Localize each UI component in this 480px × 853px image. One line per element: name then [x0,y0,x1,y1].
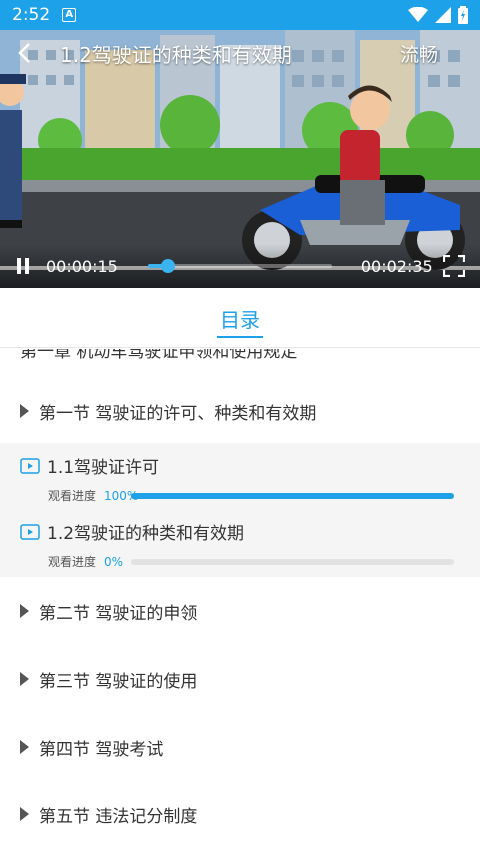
expand-arrow-icon [20,604,29,618]
fullscreen-icon [442,255,465,277]
lesson-progress-row: 观看进度 0% [48,553,454,570]
seek-bar-thumb[interactable] [161,259,176,273]
chevron-left-icon [18,43,30,63]
section-item-4[interactable]: 第四节 驾驶考试 [0,717,480,777]
pause-icon [17,258,29,274]
app-root: 2:52 A 1.2驾驶证的种类和有效期 流畅 00:00:15 00:02:3… [0,0,480,853]
quality-button[interactable]: 流畅 [400,40,438,67]
current-time: 00:00:15 [46,256,118,276]
expand-arrow-icon [20,404,29,418]
section-item-1[interactable]: 第一节 驾驶证的许可、种类和有效期 [0,381,480,441]
section-label: 第一节 驾驶证的许可、种类和有效期 [39,403,317,424]
section-item-2[interactable]: 第二节 驾驶证的申领 [0,581,480,641]
progress-label: 观看进度 [48,489,97,503]
tab-indicator [217,335,263,338]
status-bar: 2:52 A [0,0,480,30]
lesson-group: 1.1驾驶证许可 观看进度 100% 1.2驾驶证的种类和有效期 观看进度 0% [0,443,480,577]
lesson-title-row: 1.1驾驶证许可 [20,453,159,478]
lesson-item-1-1[interactable]: 1.1驾驶证许可 观看进度 100% [0,443,480,509]
progress-label: 观看进度 [48,555,97,569]
lesson-title-row: 1.2驾驶证的种类和有效期 [20,519,244,544]
lesson-progress-row: 观看进度 100% [48,487,454,504]
section-item-3[interactable]: 第三节 驾驶证的使用 [0,649,480,709]
back-button[interactable] [0,30,48,76]
section-label: 第四节 驾驶考试 [39,739,164,760]
section-label: 第五节 违法记分制度 [39,806,198,827]
tab-catalog[interactable]: 目录 [217,288,263,348]
status-icons [408,6,468,24]
notification-a-icon: A [62,8,77,22]
tab-catalog-label: 目录 [220,307,260,332]
progress-bar-fill [131,493,454,499]
tab-bar: 目录 [0,288,480,348]
progress-bar [131,493,454,499]
battery-icon [458,6,468,24]
section-label: 第二节 驾驶证的申领 [39,603,198,624]
video-icon [20,523,40,540]
section-item-5[interactable]: 第五节 违法记分制度 [0,784,480,844]
fullscreen-button[interactable] [441,253,467,279]
progress-bar [131,559,454,565]
lesson-title: 1.1驾驶证许可 [47,458,160,478]
expand-arrow-icon [20,807,29,821]
expand-arrow-icon [20,672,29,686]
video-controls: 00:00:15 00:02:35 [0,244,480,288]
lesson-title: 1.2驾驶证的种类和有效期 [47,524,245,544]
video-title: 1.2驾驶证的种类和有效期 [60,42,292,67]
signal-icon [435,7,451,23]
chapter-title: 第一章 机动车驾驶证申领和使用规定 [20,349,298,362]
section-label: 第三节 驾驶证的使用 [39,671,198,692]
total-time: 00:02:35 [360,256,433,276]
wifi-icon [408,7,428,22]
lesson-item-1-2[interactable]: 1.2驾驶证的种类和有效期 观看进度 0% [0,509,480,575]
video-icon [20,457,40,474]
catalog-list[interactable]: 第一章 机动车驾驶证申领和使用规定 第一节 驾驶证的许可、种类和有效期 1.1驾… [0,349,480,853]
seek-bar[interactable] [147,259,332,273]
pause-button[interactable] [0,244,46,288]
video-player[interactable]: 1.2驾驶证的种类和有效期 流畅 00:00:15 00:02:35 [0,30,480,288]
expand-arrow-icon [20,740,29,754]
status-time: 2:52 [12,5,51,25]
